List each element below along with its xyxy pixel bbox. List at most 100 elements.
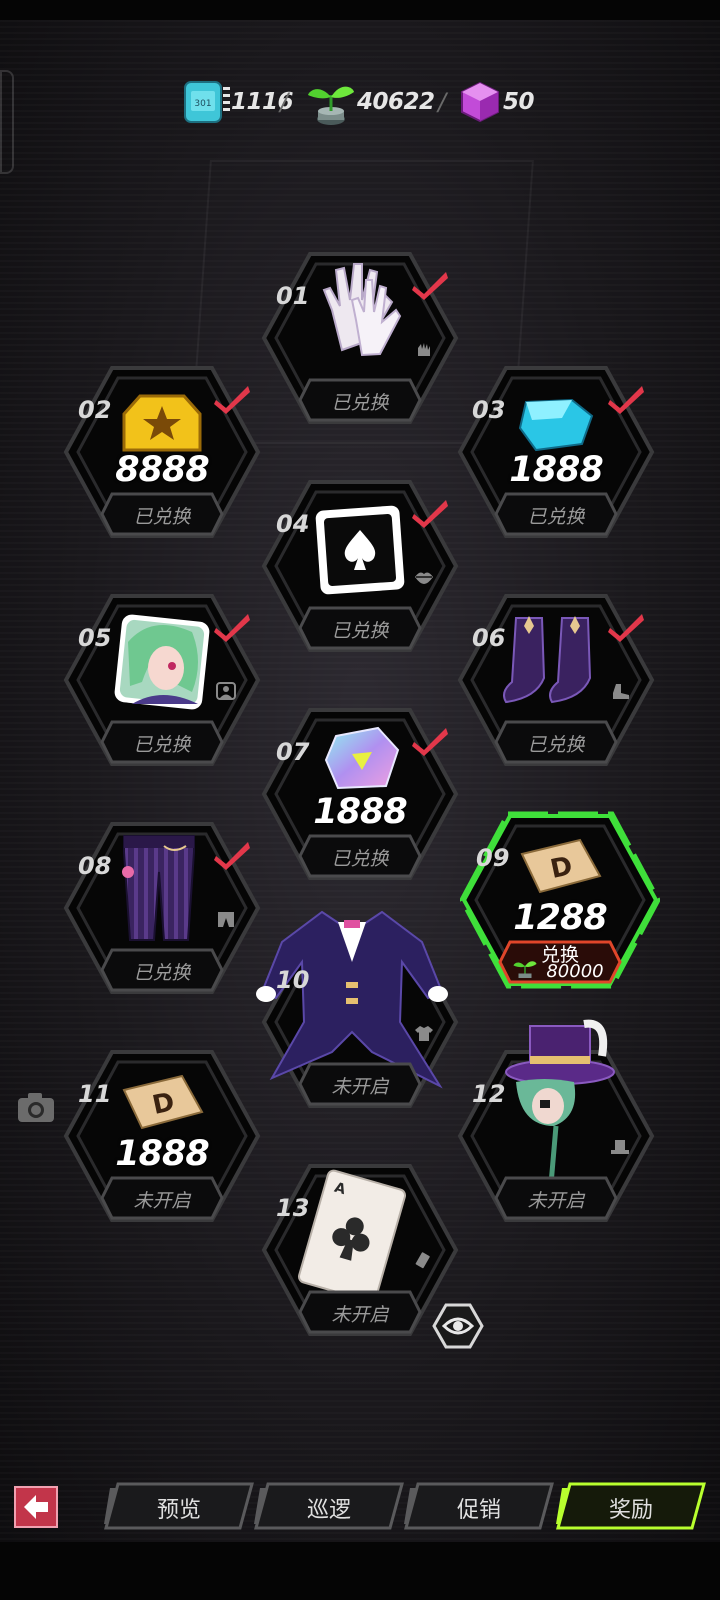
slot-number: 13 — [276, 1194, 310, 1222]
status-button: 已兑换 — [100, 948, 224, 992]
slot-number: 05 — [78, 624, 112, 652]
check-icon — [412, 500, 448, 528]
spade-card-item — [315, 505, 405, 595]
slot-number: 12 — [472, 1080, 506, 1108]
cube-count: 50 — [503, 89, 535, 115]
pants-icon — [218, 912, 234, 927]
tab-label: 预览 — [156, 1498, 201, 1523]
preview-eye-button[interactable] — [432, 1302, 484, 1350]
slot-number: 02 — [78, 396, 112, 424]
eye-icon — [432, 1303, 484, 1349]
status-button: 未开启 — [494, 1176, 618, 1220]
green-hair-avatar-item — [114, 614, 210, 710]
reward-slot-04[interactable]: 04 已兑换 — [260, 476, 460, 656]
tab-label: 奖励 — [608, 1498, 653, 1523]
currency-chip[interactable]: 301 1116 — [183, 81, 294, 123]
check-icon — [214, 386, 250, 414]
tab-4[interactable]: 奖励 — [556, 1482, 706, 1530]
status-label: 已兑换 — [331, 620, 389, 642]
back-arrow-icon — [14, 1486, 58, 1528]
glove-icon — [418, 343, 430, 356]
holo-gem-item — [324, 726, 400, 790]
status-label: 已兑换 — [133, 506, 191, 528]
slot-number: 08 — [78, 852, 112, 880]
status-label: 已兑换 — [331, 848, 389, 870]
screenshot-button[interactable] — [16, 1090, 56, 1124]
reward-amount: 1888 — [313, 792, 407, 832]
blue-crystal-item — [518, 398, 594, 452]
tab-2[interactable]: 巡逻 — [254, 1482, 404, 1530]
slot-number: 07 — [276, 738, 310, 766]
sprout-count: 40622 — [357, 89, 435, 115]
exchange-cost: 80000 — [546, 961, 604, 982]
striped-trousers-item — [122, 835, 195, 941]
currency-sprout[interactable]: 40622 — [305, 82, 435, 125]
slot-number: 09 — [476, 844, 510, 872]
slot-number: 11 — [78, 1080, 112, 1108]
purple-boots-item — [503, 616, 592, 704]
status-label: 已兑换 — [133, 734, 191, 756]
reward-amount: 1888 — [115, 1134, 209, 1174]
hat-icon — [611, 1140, 629, 1154]
reward-slot-11[interactable]: D 11 1888 未开启 — [62, 1046, 262, 1226]
slot-number: 04 — [276, 510, 310, 538]
d-ticket-item: D — [122, 1074, 204, 1130]
svg-text:301: 301 — [194, 99, 211, 109]
reward-slot-01[interactable]: 01 已兑换 — [260, 248, 460, 428]
reward-amount: 1888 — [509, 450, 603, 490]
status-button: 未开启 — [298, 1290, 422, 1334]
reward-slot-09[interactable]: D 09 1288 兑换 80000 — [460, 810, 660, 990]
status-label: 未开启 — [331, 1304, 389, 1326]
reward-slot-08[interactable]: 08 已兑换 — [62, 818, 262, 998]
status-label: 未开启 — [133, 1190, 191, 1212]
status-button: 未开启 — [298, 1062, 422, 1106]
status-button: 未开启 — [100, 1176, 224, 1220]
status-bar — [0, 0, 720, 20]
slot-number: 01 — [276, 282, 310, 310]
status-label: 已兑换 — [331, 392, 389, 414]
reward-slot-02[interactable]: 02 8888 已兑换 — [62, 362, 262, 542]
exchange-button[interactable]: 兑换 80000 — [498, 940, 622, 984]
reward-slot-03[interactable]: 03 1888 已兑换 — [456, 362, 656, 542]
status-button: 已兑换 — [298, 834, 422, 878]
status-button: 已兑换 — [100, 492, 224, 536]
cube-icon — [461, 81, 499, 123]
tab-label: 促销 — [456, 1498, 501, 1523]
check-icon — [608, 614, 644, 642]
reward-slot-05[interactable]: 05 已兑换 — [62, 590, 262, 770]
status-button: 已兑换 — [298, 378, 422, 422]
check-icon — [412, 272, 448, 300]
status-label: 已兑换 — [527, 506, 585, 528]
tab-1[interactable]: 预览 — [104, 1482, 254, 1530]
lips-icon — [415, 572, 433, 584]
check-icon — [608, 386, 644, 414]
currency-cube[interactable]: 50 — [459, 81, 535, 123]
reward-slot-07[interactable]: 07 1888 已兑换 — [260, 704, 460, 884]
status-button: 已兑换 — [100, 720, 224, 764]
check-icon — [412, 728, 448, 756]
status-label: 未开启 — [331, 1076, 389, 1098]
reward-slot-12[interactable]: 12 未开启 — [456, 1019, 656, 1226]
tab-3[interactable]: 促销 — [404, 1482, 554, 1530]
white-gloves-item — [322, 263, 402, 357]
card-icon — [415, 1252, 430, 1269]
reward-amount: 1288 — [513, 898, 607, 938]
portrait-icon — [216, 682, 236, 700]
check-icon — [214, 842, 250, 870]
reward-slot-10[interactable]: 10 未开启 — [256, 910, 460, 1112]
status-label: 已兑换 — [133, 962, 191, 984]
nav-bar — [0, 1542, 720, 1600]
check-icon — [214, 614, 250, 642]
back-button[interactable] — [14, 1486, 58, 1528]
chip-icon: 301 — [184, 81, 230, 123]
sprout-icon — [308, 86, 354, 125]
status-button: 已兑换 — [494, 492, 618, 536]
slot-number: 06 — [472, 624, 506, 652]
tab-label: 巡逻 — [306, 1498, 351, 1523]
slot-number: 10 — [276, 966, 310, 994]
status-button: 已兑换 — [494, 720, 618, 764]
reward-slot-06[interactable]: 06 已兑换 — [456, 590, 656, 770]
reward-slot-13[interactable]: A 13 未开启 — [260, 1160, 460, 1340]
camera-icon — [18, 1093, 54, 1122]
club-ace-card-item: A — [297, 1169, 407, 1303]
